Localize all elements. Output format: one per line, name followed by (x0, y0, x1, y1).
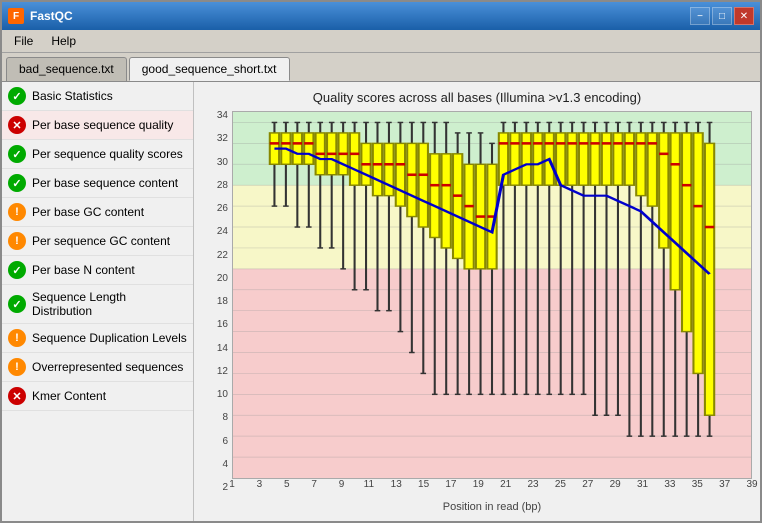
sidebar-item-seq-length-dist[interactable]: ✓ Sequence Length Distribution (2, 285, 193, 324)
y-axis-label: 24 (217, 227, 228, 237)
sidebar-item-basic-stats[interactable]: ✓ Basic Statistics (2, 82, 193, 111)
chart-inner: 13579111315171921232527293133353739 Posi… (232, 111, 752, 513)
chart-plot (232, 111, 752, 479)
sidebar-label-per-base-seq-quality: Per base sequence quality (32, 118, 173, 132)
sidebar-item-kmer-content[interactable]: ✕ Kmer Content (2, 382, 193, 411)
x-axis: 13579111315171921232527293133353739 (232, 479, 752, 499)
y-axis-label: 10 (217, 390, 228, 400)
x-axis-label: 23 (527, 479, 538, 490)
y-axis: 34 32 30 28 26 24 22 20 18 16 14 12 10 8 6 4 2 (202, 111, 232, 513)
menu-file[interactable]: File (6, 32, 41, 50)
title-controls: − □ ✕ (690, 7, 754, 25)
y-axis-label: 28 (217, 181, 228, 191)
x-axis-label: 5 (284, 479, 290, 490)
sidebar-label-per-base-gc: Per base GC content (32, 205, 144, 219)
status-icon-fail-2: ✕ (8, 387, 26, 405)
sidebar-label-seq-dup-levels: Sequence Duplication Levels (32, 331, 187, 345)
x-axis-label: 11 (364, 479, 374, 490)
y-axis-label: 30 (217, 158, 228, 168)
x-axis-label: 27 (582, 479, 593, 490)
x-axis-label: 9 (339, 479, 345, 490)
sidebar-item-per-base-seq-content[interactable]: ✓ Per base sequence content (2, 169, 193, 198)
tab-bad-sequence[interactable]: bad_sequence.txt (6, 57, 127, 81)
y-axis-label: 18 (217, 297, 228, 307)
x-axis-label: 31 (637, 479, 648, 490)
sidebar-item-per-seq-quality[interactable]: ✓ Per sequence quality scores (2, 140, 193, 169)
x-axis-label: 17 (445, 479, 456, 490)
app-icon: F (8, 8, 24, 24)
x-axis-label: 25 (555, 479, 566, 490)
y-axis-label: 2 (222, 483, 228, 493)
sidebar-label-overrep-seq: Overrepresented sequences (32, 360, 183, 374)
chart-area: Quality scores across all bases (Illumin… (194, 82, 760, 521)
chart-container: 343230282624222018161412108642 135791113… (202, 111, 752, 513)
title-bar: F FastQC − □ ✕ (2, 2, 760, 30)
status-icon-warn-1: ! (8, 203, 26, 221)
app-title: FastQC (30, 9, 73, 23)
sidebar-item-per-seq-gc[interactable]: ! Per sequence GC content (2, 227, 193, 256)
sidebar-label-per-base-seq-content: Per base sequence content (32, 176, 178, 190)
y-axis-label: 26 (217, 204, 228, 214)
title-bar-left: F FastQC (8, 8, 73, 24)
status-icon-ok-2: ✓ (8, 145, 26, 163)
sidebar-item-seq-dup-levels[interactable]: ! Sequence Duplication Levels (2, 324, 193, 353)
sidebar-label-seq-length-dist: Sequence Length Distribution (32, 290, 187, 318)
y-axis-label: 34 (217, 111, 228, 121)
sidebar-item-per-base-gc[interactable]: ! Per base GC content (2, 198, 193, 227)
chart-title: Quality scores across all bases (Illumin… (202, 90, 752, 105)
status-icon-ok-4: ✓ (8, 261, 26, 279)
y-axis-label: 12 (217, 367, 228, 377)
maximize-button[interactable]: □ (712, 7, 732, 25)
x-axis-label: 37 (719, 479, 730, 490)
tabs-bar: bad_sequence.txt good_sequence_short.txt (2, 53, 760, 81)
x-axis-label: 19 (473, 479, 484, 490)
sidebar-label-basic-stats: Basic Statistics (32, 89, 113, 103)
close-button[interactable]: ✕ (734, 7, 754, 25)
status-icon-warn-4: ! (8, 358, 26, 376)
x-axis-label: 39 (746, 479, 757, 490)
main-window: F FastQC − □ ✕ File Help bad_sequence.tx… (0, 0, 762, 523)
sidebar-label-per-seq-quality: Per sequence quality scores (32, 147, 183, 161)
sidebar: ✓ Basic Statistics ✕ Per base sequence q… (2, 82, 194, 521)
x-axis-title: Position in read (bp) (232, 501, 752, 513)
status-icon-warn-2: ! (8, 232, 26, 250)
status-icon-ok-5: ✓ (8, 295, 26, 313)
x-axis-label: 15 (418, 479, 429, 490)
x-axis-label: 7 (311, 479, 317, 490)
y-axis-label: 32 (217, 134, 228, 144)
status-icon-ok: ✓ (8, 87, 26, 105)
menu-help[interactable]: Help (43, 32, 84, 50)
x-axis-label: 21 (500, 479, 511, 490)
status-icon-warn-3: ! (8, 329, 26, 347)
y-axis-label: 6 (222, 437, 228, 447)
y-axis-label: 22 (217, 251, 228, 261)
x-axis-label: 35 (692, 479, 703, 490)
sidebar-label-kmer-content: Kmer Content (32, 389, 106, 403)
y-axis-label: 16 (217, 320, 228, 330)
y-axis-label: 4 (222, 460, 228, 470)
sidebar-item-per-base-n[interactable]: ✓ Per base N content (2, 256, 193, 285)
chart-svg (233, 112, 751, 478)
y-axis-label: 14 (217, 344, 228, 354)
sidebar-item-overrep-seq[interactable]: ! Overrepresented sequences (2, 353, 193, 382)
x-axis-label: 13 (391, 479, 402, 490)
menu-bar: File Help (2, 30, 760, 53)
x-axis-labels: 13579111315171921232527293133353739 (232, 479, 752, 499)
tab-good-sequence[interactable]: good_sequence_short.txt (129, 57, 290, 81)
y-axis-label: 8 (222, 413, 228, 423)
sidebar-label-per-seq-gc: Per sequence GC content (32, 234, 170, 248)
x-axis-label: 29 (610, 479, 621, 490)
sidebar-label-per-base-n: Per base N content (32, 263, 135, 277)
y-axis-label: 20 (217, 274, 228, 284)
status-icon-fail-1: ✕ (8, 116, 26, 134)
x-axis-label: 3 (257, 479, 263, 490)
sidebar-item-per-base-seq-quality[interactable]: ✕ Per base sequence quality (2, 111, 193, 140)
minimize-button[interactable]: − (690, 7, 710, 25)
status-icon-ok-3: ✓ (8, 174, 26, 192)
x-axis-label: 1 (229, 479, 235, 490)
content-area: ✓ Basic Statistics ✕ Per base sequence q… (2, 81, 760, 521)
x-axis-label: 33 (664, 479, 675, 490)
